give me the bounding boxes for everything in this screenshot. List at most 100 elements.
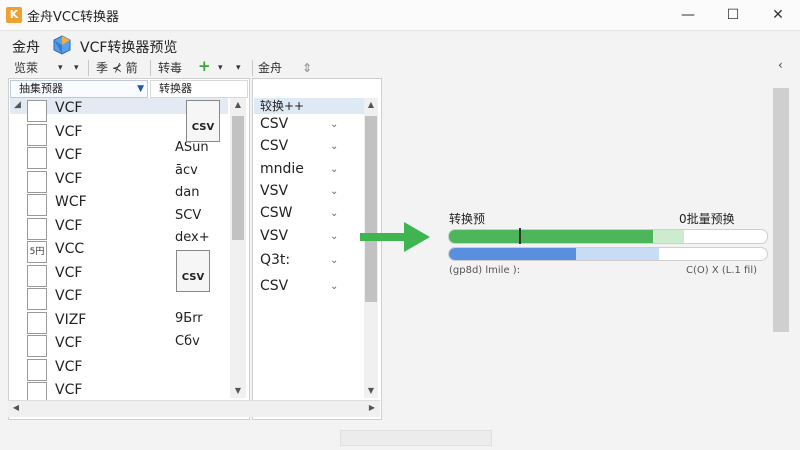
add-icon[interactable]: +: [198, 56, 211, 76]
csv-document-icon: CSV: [176, 250, 210, 292]
vcf-file-label[interactable]: WCF: [55, 194, 87, 210]
scroll-down-icon[interactable]: ▼: [365, 386, 377, 395]
vcf-file-label[interactable]: VCF: [55, 124, 82, 140]
vcf-file-icon: [27, 100, 47, 122]
format-option[interactable]: CSW: [260, 205, 293, 221]
vcf-file-label[interactable]: VIZF: [55, 312, 86, 328]
chevron-left-icon[interactable]: ‹: [778, 58, 783, 72]
vcf-file-icon: [27, 359, 47, 381]
time-label: C(O) X (L.1 fil): [686, 265, 758, 276]
vcf-file-label[interactable]: VCF: [55, 382, 82, 398]
format-option[interactable]: mndie: [260, 161, 304, 177]
target-converter-label: 转换器: [159, 82, 192, 95]
vcf-file-icon: 5円: [27, 241, 47, 263]
vcf-file-label[interactable]: VCF: [55, 359, 82, 375]
vcf-file-icon: [27, 288, 47, 310]
output-file-label[interactable]: SCV: [175, 208, 201, 223]
speed-label: (gp8d) lmile ):: [449, 265, 521, 276]
close-button[interactable]: ✕: [760, 4, 796, 26]
scroll-down-icon[interactable]: ▼: [232, 386, 244, 395]
vcf-file-icon: [27, 194, 47, 216]
vcf-file-label[interactable]: VCF: [55, 218, 82, 234]
vcf-file-label[interactable]: VCF: [55, 288, 82, 304]
scrollbar-thumb[interactable]: [773, 88, 789, 332]
app-logo-icon: K: [6, 7, 22, 23]
vcf-file-label[interactable]: VCF: [55, 100, 82, 116]
vcf-file-icon: [27, 265, 47, 287]
vcf-file-label[interactable]: VCF: [55, 265, 82, 281]
maximize-button[interactable]: ☐: [715, 4, 751, 26]
chevron-down-icon[interactable]: ▾: [58, 58, 63, 78]
toolbar-edit-menu[interactable]: 季 ⊀ 箭: [96, 58, 138, 78]
format-option[interactable]: CSV: [260, 278, 288, 294]
vcf-file-label[interactable]: VCF: [55, 147, 82, 163]
output-file-label[interactable]: Cбv: [175, 334, 200, 349]
csv-document-icon: CSV: [186, 100, 220, 142]
window-title: 金舟VCC转换器: [27, 10, 120, 25]
secondary-progress-bar: [448, 247, 768, 261]
chevron-down-icon[interactable]: ▾: [236, 58, 241, 78]
chevron-down-icon[interactable]: ⌄: [330, 119, 338, 130]
vcf-file-icon: [27, 218, 47, 240]
scroll-up-icon[interactable]: ▲: [232, 100, 244, 109]
format-option[interactable]: VSV: [260, 183, 288, 199]
chevron-down-icon[interactable]: ⌄: [330, 255, 338, 266]
horizontal-scrollbar[interactable]: [8, 400, 380, 417]
vcf-file-icon: [27, 124, 47, 146]
convert-arrow-icon: [360, 222, 430, 252]
vcf-file-icon: [27, 312, 47, 334]
progress-fill: [449, 230, 653, 243]
cube-logo-icon: [53, 35, 71, 55]
vcf-file-label[interactable]: VCF: [55, 335, 82, 351]
output-file-label[interactable]: ācv: [175, 163, 198, 178]
format-option[interactable]: VSV: [260, 228, 288, 244]
batch-convert-label: 0批量预换: [679, 212, 735, 226]
progress-fill: [449, 248, 577, 260]
vcf-file-icon: [27, 171, 47, 193]
scroll-left-icon[interactable]: ◀: [10, 403, 22, 412]
format-option[interactable]: CSV: [260, 116, 288, 132]
chevron-down-icon[interactable]: ⌄: [330, 164, 338, 175]
chevron-down-icon[interactable]: ▾: [74, 58, 79, 78]
progress-marker: [519, 228, 521, 244]
scroll-right-icon[interactable]: ▶: [366, 403, 378, 412]
chevron-down-icon[interactable]: ⌄: [330, 141, 338, 152]
scrollbar-thumb[interactable]: [365, 116, 377, 302]
chevron-down-icon[interactable]: ⌄: [330, 186, 338, 197]
toolbar-divider: [88, 60, 89, 76]
output-file-label[interactable]: 9Бrr: [175, 311, 203, 326]
minimize-button[interactable]: —: [670, 4, 706, 26]
chevron-down-icon: ▼: [137, 84, 144, 94]
sort-icon[interactable]: ⇕: [302, 58, 312, 78]
chevron-down-icon[interactable]: ▾: [218, 58, 223, 78]
format-column-header[interactable]: 较换++: [254, 98, 364, 114]
source-select[interactable]: 抽集预器 ▼: [10, 80, 148, 98]
status-bar: [340, 430, 492, 446]
toolbar-brand-menu[interactable]: 金舟: [258, 58, 282, 78]
format-option[interactable]: Q3t:: [260, 252, 290, 268]
preview-title: VCF转换器预览: [80, 40, 178, 56]
chevron-down-icon[interactable]: ⌄: [330, 208, 338, 219]
output-file-label[interactable]: dan: [175, 185, 199, 200]
vcf-file-icon: [27, 147, 47, 169]
brand-label: 金舟: [12, 40, 40, 56]
vcf-file-label[interactable]: VCC: [55, 241, 84, 257]
conversion-progress-bar: [448, 229, 768, 244]
scroll-up-icon[interactable]: ▲: [365, 100, 377, 109]
source-select-label: 抽集预器: [19, 82, 63, 95]
chevron-down-icon[interactable]: ⌄: [330, 281, 338, 292]
vcf-file-icon: [27, 335, 47, 357]
toolbar-divider: [252, 60, 253, 76]
vcf-file-label[interactable]: VCF: [55, 171, 82, 187]
scrollbar-thumb[interactable]: [232, 116, 244, 240]
collapse-icon[interactable]: ◢: [14, 100, 21, 110]
chevron-down-icon[interactable]: ⌄: [330, 231, 338, 242]
toolbar-view-menu[interactable]: 览萊: [14, 58, 38, 78]
format-option[interactable]: CSV: [260, 138, 288, 154]
progress-label: 转换预: [449, 212, 486, 226]
target-converter-box[interactable]: 转换器: [150, 80, 248, 98]
toolbar-divider: [150, 60, 151, 76]
format-column-header-label: 较换++: [260, 99, 305, 113]
toolbar-convert-menu[interactable]: 转毒: [158, 58, 182, 78]
output-file-label[interactable]: dex+: [175, 230, 210, 245]
